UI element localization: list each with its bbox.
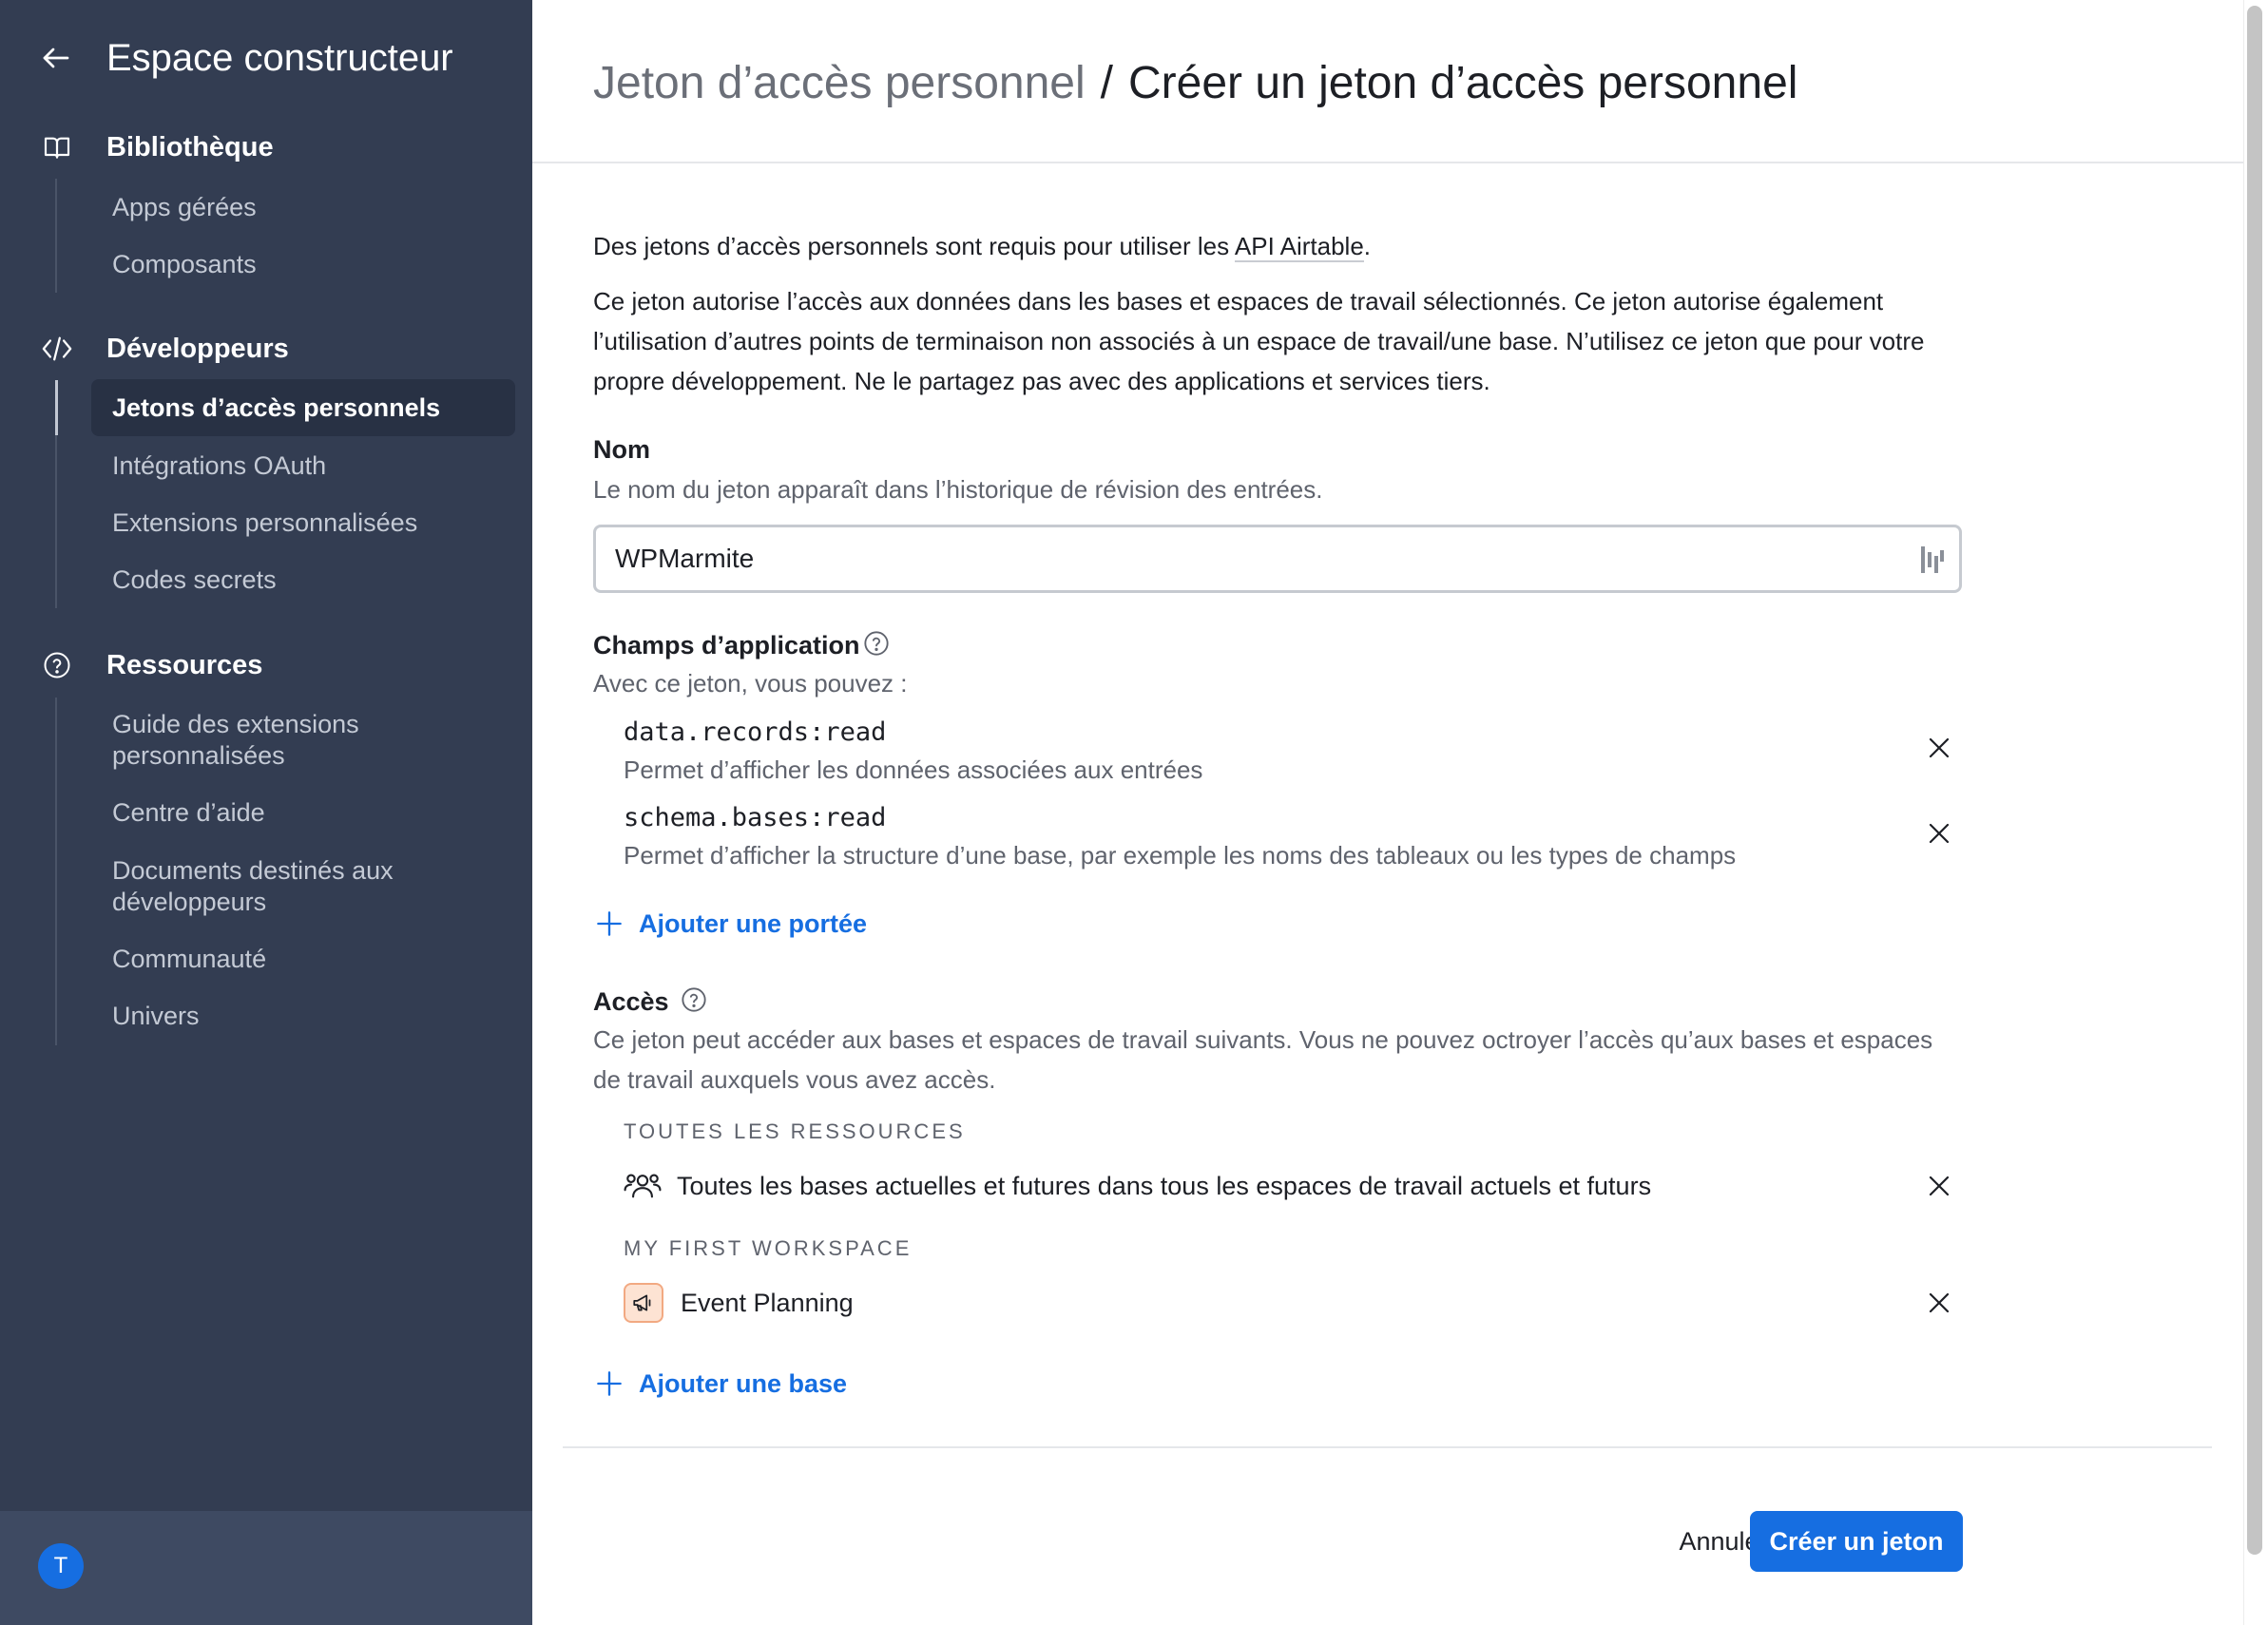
remove-resource-button[interactable] (1920, 1167, 1958, 1205)
intro-paragraph: Ce jeton autorise l’accès aux données da… (593, 287, 1925, 395)
plus-icon (593, 908, 625, 940)
sidebar-item-managed-apps[interactable]: Apps gérées (91, 192, 515, 223)
users-icon (624, 1167, 662, 1205)
scope-description: Permet d’afficher la structure d’une bas… (624, 841, 1737, 870)
access-help: Ce jeton peut accéder aux bases et espac… (593, 1025, 1933, 1094)
sidebar-item-community[interactable]: Communauté (91, 944, 515, 975)
resource-item: Toutes les bases actuelles et futures da… (677, 1172, 1652, 1200)
breadcrumb-separator: / (1100, 58, 1114, 108)
intro-suffix: . (1363, 232, 1372, 260)
add-scope-button[interactable]: Ajouter une portée (593, 905, 867, 943)
page-title: Créer un jeton d’accès personnel (1128, 58, 1798, 108)
name-field (593, 525, 1962, 593)
main-content: Jeton d’accès personnel / Créer un jeton d… (532, 0, 2243, 1625)
add-base-button[interactable]: Ajouter une base (593, 1365, 847, 1403)
section-developers: Développeurs (0, 325, 532, 373)
section-line (55, 698, 57, 1045)
add-scope-label: Ajouter une portée (639, 908, 868, 938)
section-resources: Ressources (0, 641, 532, 689)
sidebar: Espace constructeur Bibliothèque Apps gé… (0, 0, 532, 1625)
access-help-icon[interactable] (681, 986, 707, 1013)
book-icon (36, 126, 78, 168)
active-indicator (55, 380, 58, 435)
sidebar-item-extensions-guide[interactable]: Guide des extensions personnalisées (91, 709, 515, 772)
avatar[interactable]: T (38, 1543, 84, 1589)
group-heading: MY FIRST WORKSPACE (624, 1236, 913, 1260)
scope-name: schema.bases:read (624, 803, 887, 832)
section-resources-label: Ressources (106, 649, 263, 680)
section-library: Bibliothèque (0, 124, 532, 171)
name-label: Nom (593, 435, 650, 464)
access-label: Accès (593, 987, 669, 1016)
sidebar-item-personal-access-tokens[interactable]: Jetons d’accès personnels (91, 379, 515, 436)
sidebar-item-oauth[interactable]: Intégrations OAuth (91, 450, 515, 482)
back-button[interactable] (34, 36, 78, 80)
scopes-label: Champs d’application (593, 631, 860, 660)
group-heading: TOUTES LES RESSOURCES (624, 1119, 966, 1143)
base-name: Event Planning (681, 1289, 854, 1317)
plus-icon (593, 1367, 625, 1400)
scope-description: Permet d’afficher les données associées … (624, 755, 1203, 784)
sidebar-item-components[interactable]: Composants (91, 249, 515, 280)
sidebar-item-developer-docs[interactable]: Documents destinés aux développeurs (91, 855, 515, 918)
add-base-label: Ajouter une base (639, 1368, 848, 1398)
password-manager-icon[interactable] (1921, 546, 1944, 573)
section-line (55, 179, 57, 293)
remove-base-button[interactable] (1920, 1284, 1958, 1322)
sidebar-title: Espace constructeur (106, 37, 453, 79)
megaphone-icon (624, 1283, 663, 1323)
api-airtable-link[interactable]: API Airtable (1234, 232, 1364, 262)
close-icon (1929, 1292, 1950, 1313)
name-help: Le nom du jeton apparaît dans l’historiq… (593, 475, 1323, 504)
sidebar-item-help-center[interactable]: Centre d’aide (91, 797, 515, 829)
create-token-button[interactable]: Créer un jeton (1750, 1511, 1963, 1572)
remove-scope-button[interactable] (1920, 814, 1958, 852)
scrollbar-thumb[interactable] (2247, 6, 2262, 1555)
footer-divider (563, 1446, 2212, 1448)
remove-scope-button[interactable] (1920, 729, 1958, 767)
intro-prefix: Des jetons d’accès personnels sont requi… (593, 232, 1235, 260)
intro-line: Des jetons d’accès personnels sont requi… (593, 226, 1943, 266)
sidebar-header: Espace constructeur (0, 0, 532, 114)
breadcrumb: Jeton d’accès personnel / Créer un jeton d… (593, 55, 1797, 112)
close-icon (1929, 737, 1950, 758)
section-developers-label: Développeurs (106, 333, 289, 364)
scopes-help: Avec ce jeton, vous pouvez : (593, 669, 908, 698)
close-icon (1929, 823, 1950, 844)
breadcrumb-parent-link[interactable]: Jeton d’accès personnel (593, 58, 1086, 108)
scopes-help-icon[interactable] (863, 630, 890, 657)
close-icon (1929, 1176, 1950, 1196)
scope-name: data.records:read (624, 717, 887, 747)
sidebar-item-universe[interactable]: Univers (91, 1001, 515, 1032)
name-input[interactable] (611, 527, 1912, 590)
page-header: Jeton d’accès personnel / Créer un jeton d… (532, 0, 2243, 163)
section-library-label: Bibliothèque (106, 131, 274, 162)
arrow-left-icon (43, 48, 69, 68)
sidebar-item-custom-extensions[interactable]: Extensions personnalisées (91, 507, 515, 539)
help-circle-icon (36, 644, 78, 686)
code-icon (36, 328, 78, 370)
sidebar-item-secrets[interactable]: Codes secrets (91, 564, 515, 596)
